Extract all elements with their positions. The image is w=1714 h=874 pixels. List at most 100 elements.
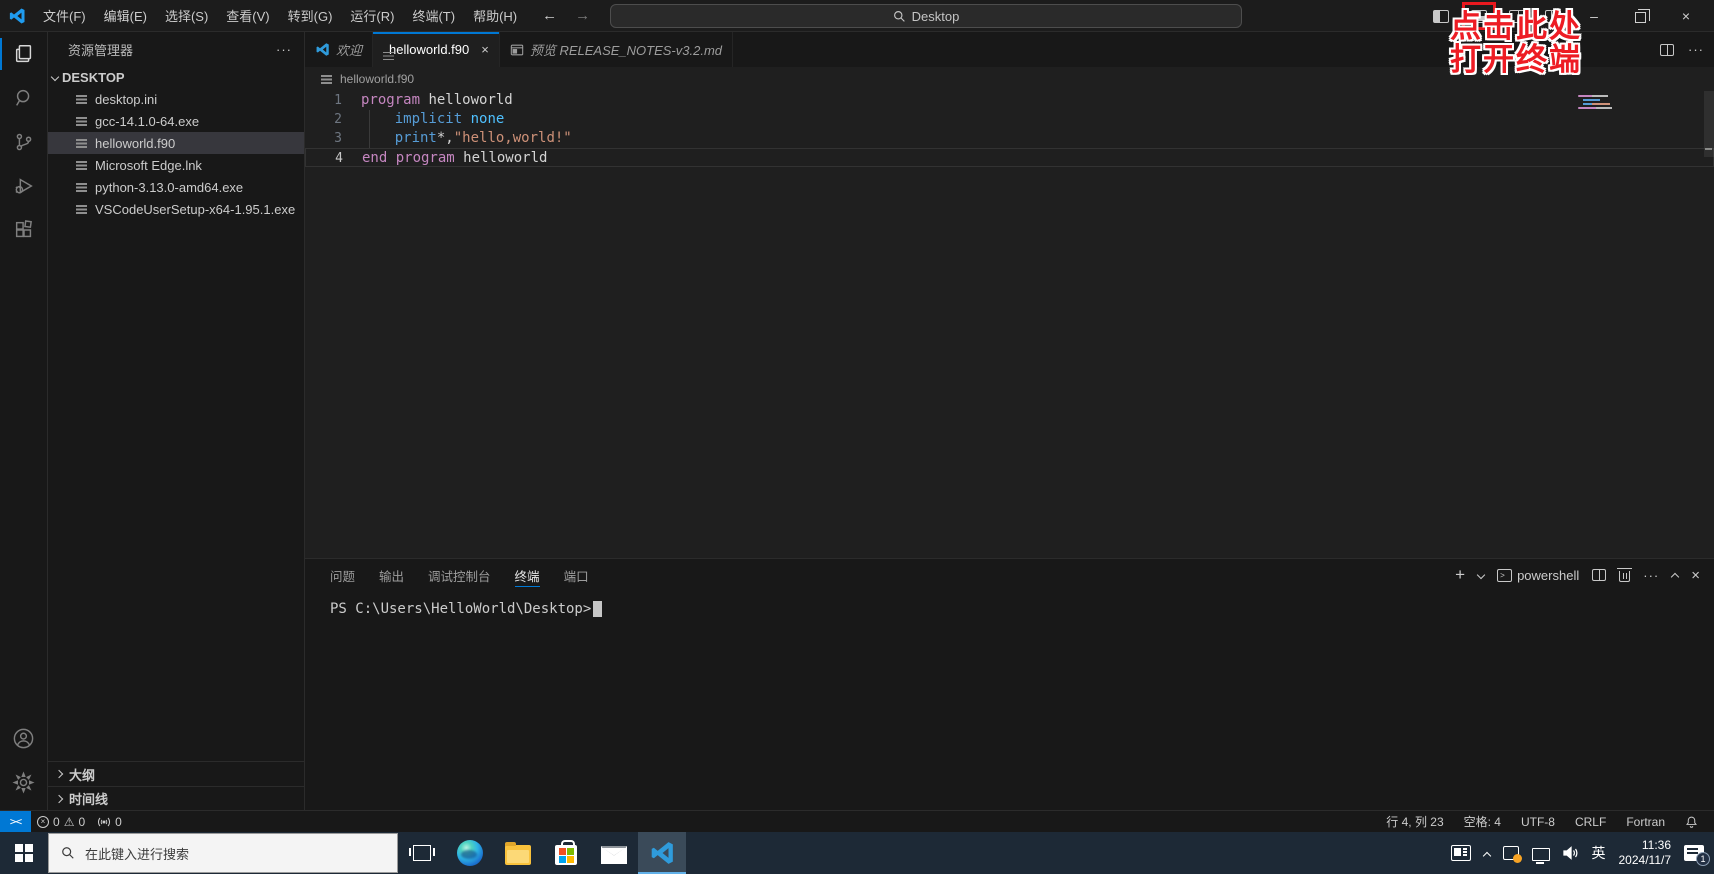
time-label: 11:36 xyxy=(1641,838,1671,852)
ime-indicator[interactable]: 英 xyxy=(1592,843,1606,863)
tree-item[interactable]: desktop.ini xyxy=(48,88,304,110)
terminal[interactable]: PS C:\Users\HelloWorld\Desktop> xyxy=(305,591,1714,617)
split-editor-icon[interactable] xyxy=(1660,43,1674,56)
source-control-icon[interactable] xyxy=(0,120,48,164)
kill-terminal-icon[interactable] xyxy=(1617,568,1633,582)
menu-item[interactable]: 文件(F) xyxy=(34,6,95,25)
panel-tab-问题[interactable]: 问题 xyxy=(330,559,355,591)
file-icon xyxy=(76,203,89,215)
sidebar-section-时间线[interactable]: 时间线 xyxy=(48,786,304,810)
search-view-icon[interactable] xyxy=(0,76,48,120)
minimap[interactable] xyxy=(1578,93,1618,111)
tree-item[interactable]: helloworld.f90 xyxy=(48,132,304,154)
close-button[interactable]: × xyxy=(1666,1,1706,31)
encoding-status[interactable]: UTF-8 xyxy=(1515,815,1561,829)
powershell-icon: > xyxy=(1497,568,1513,582)
network-icon[interactable] xyxy=(1531,847,1550,864)
action-center-icon[interactable]: 1 xyxy=(1684,845,1710,866)
close-panel-icon[interactable]: × xyxy=(1691,567,1700,584)
explorer-sidebar: 资源管理器 ··· DESKTOP desktop.ini gcc-14.1.0-… xyxy=(48,32,305,810)
editor-more-icon[interactable]: ··· xyxy=(1688,42,1704,57)
chevron-right-icon xyxy=(54,794,64,803)
menu-item[interactable]: 终端(T) xyxy=(403,6,464,25)
extensions-icon[interactable] xyxy=(0,208,48,252)
eol-status[interactable]: CRLF xyxy=(1569,815,1612,829)
menu-item[interactable]: 选择(S) xyxy=(156,6,217,25)
line-number: 4 xyxy=(335,151,343,166)
section-label: 时间线 xyxy=(69,792,109,807)
taskbar-search-input[interactable]: 在此键入进行搜索 xyxy=(48,833,398,873)
file-icon xyxy=(321,73,334,85)
terminal-instance[interactable]: > powershell xyxy=(1497,568,1579,583)
settings-gear-icon[interactable] xyxy=(0,760,48,804)
sidebar-more-icon[interactable]: ··· xyxy=(276,42,292,57)
code-text: end program helloworld xyxy=(362,150,548,166)
panel-tab-调试控制台[interactable]: 调试控制台 xyxy=(428,559,491,591)
tab-预览 RELEASE_NOTES-v3.2.md[interactable]: 预览 RELEASE_NOTES-v3.2.md xyxy=(499,32,733,67)
store-taskbar-button[interactable] xyxy=(542,832,590,874)
taskbar-clock[interactable]: 11:36 2024/11/7 xyxy=(1619,838,1672,868)
tab-helloworld.f90[interactable]: helloworld.f90 × xyxy=(373,32,500,67)
account-icon[interactable] xyxy=(0,716,48,760)
annotation-text: 点击此处 打开终端 xyxy=(1450,9,1582,77)
nav-back-icon[interactable]: ← xyxy=(542,7,557,24)
indentation-status[interactable]: 空格: 4 xyxy=(1458,813,1507,830)
restore-button[interactable] xyxy=(1620,1,1660,31)
file-name: helloworld.f90 xyxy=(95,135,176,151)
menu-item[interactable]: 查看(V) xyxy=(217,6,278,25)
panel-tab-终端[interactable]: 终端 xyxy=(514,559,540,591)
remote-indicator[interactable]: >< xyxy=(0,810,31,833)
menu-item[interactable]: 编辑(E) xyxy=(95,6,156,25)
vscode-taskbar-button[interactable] xyxy=(638,832,686,874)
run-debug-icon[interactable] xyxy=(0,164,48,208)
tree-item[interactable]: gcc-14.1.0-64.exe xyxy=(48,110,304,132)
tab-label: 预览 RELEASE_NOTES-v3.2.md xyxy=(529,43,722,58)
command-center-search[interactable]: Desktop xyxy=(610,4,1242,28)
maximize-panel-icon[interactable] xyxy=(1670,572,1680,582)
panel-tab-端口[interactable]: 端口 xyxy=(564,559,589,591)
terminal-cursor xyxy=(593,601,603,617)
terminal-prompt: PS C:\Users\HelloWorld\Desktop> xyxy=(330,601,592,617)
mail-taskbar-button[interactable] xyxy=(590,832,638,874)
edge-taskbar-button[interactable] xyxy=(446,832,494,874)
tab-vscode-icon xyxy=(315,42,330,57)
tree-item[interactable]: Microsoft Edge.lnk xyxy=(48,154,304,176)
task-view-button[interactable] xyxy=(398,832,446,874)
sidebar-section-大纲[interactable]: 大纲 xyxy=(48,762,304,786)
file-explorer-taskbar-button[interactable] xyxy=(494,832,542,874)
store-icon xyxy=(555,840,577,865)
menu-item[interactable]: 运行(R) xyxy=(341,6,403,25)
menu-item[interactable]: 转到(G) xyxy=(279,6,342,25)
taskbar-search-placeholder: 在此键入进行搜索 xyxy=(85,846,190,862)
cursor-position-status[interactable]: 行 4, 列 23 xyxy=(1380,813,1449,830)
mail-icon xyxy=(601,846,627,864)
tab-close-icon[interactable]: × xyxy=(481,42,489,57)
nav-forward-icon[interactable]: → xyxy=(575,7,590,24)
chevron-down-icon xyxy=(50,72,60,82)
split-terminal-icon[interactable] xyxy=(1592,569,1607,581)
tree-item[interactable]: VSCodeUserSetup-x64-1.95.1.exe xyxy=(48,198,304,220)
volume-icon[interactable] xyxy=(1562,846,1579,860)
terminal-dropdown-icon[interactable] xyxy=(1476,570,1486,580)
new-terminal-button[interactable]: + xyxy=(1455,565,1465,585)
sidebar-bottom-sections: 大纲 时间线 xyxy=(48,761,304,810)
ports-status[interactable]: 0 xyxy=(91,815,128,829)
section-label: 大纲 xyxy=(69,767,96,783)
menu-item[interactable]: 帮助(H) xyxy=(464,6,526,25)
explorer-icon[interactable] xyxy=(0,32,48,76)
notifications-bell-icon[interactable] xyxy=(1679,815,1704,829)
language-status[interactable]: Fortran xyxy=(1620,815,1671,829)
panel-more-icon[interactable]: ··· xyxy=(1643,568,1659,583)
activity-bar xyxy=(0,32,48,810)
tree-root-folder[interactable]: DESKTOP xyxy=(48,66,304,88)
news-widgets-icon[interactable] xyxy=(1450,845,1471,861)
sync-status-icon[interactable] xyxy=(1502,846,1522,863)
problems-status[interactable]: × 0 ⚠ 0 xyxy=(31,815,91,829)
panel-tab-输出[interactable]: 输出 xyxy=(379,559,404,591)
tree-item[interactable]: python-3.13.0-amd64.exe xyxy=(48,176,304,198)
hidden-icons-chevron[interactable] xyxy=(1482,851,1491,861)
code-editor[interactable]: 1 program helloworld 2 implicit none 3 prin… xyxy=(305,91,1714,558)
start-button[interactable] xyxy=(0,832,48,874)
tab-欢迎[interactable]: 欢迎 xyxy=(305,32,374,67)
file-icon xyxy=(76,159,89,171)
